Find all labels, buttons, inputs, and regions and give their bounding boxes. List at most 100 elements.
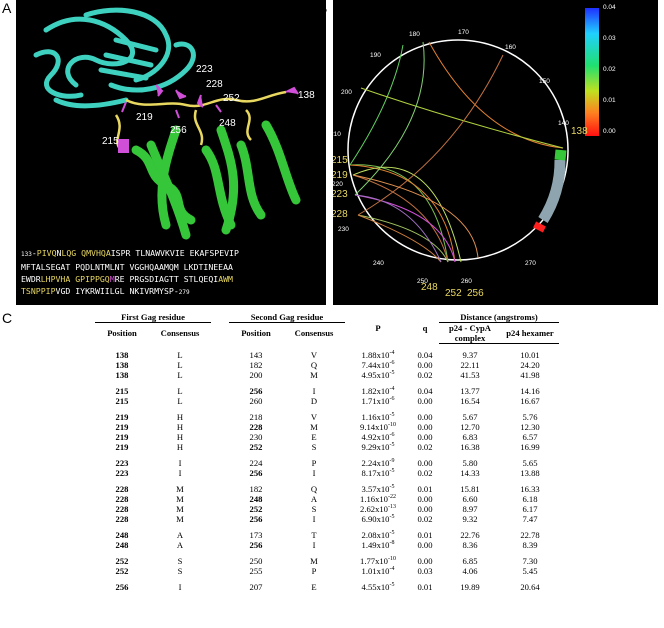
cell-gap bbox=[211, 386, 229, 396]
cell-position-2: 228 bbox=[249, 421, 263, 432]
highlight-228: 228 bbox=[333, 209, 348, 220]
cell-distance-hexamer: 12.30 bbox=[520, 421, 540, 432]
cell-p-value: 1.88x10-4 bbox=[345, 350, 411, 360]
p-mantissa: 4.92x10 bbox=[361, 431, 390, 442]
header-position-2: Position bbox=[241, 328, 271, 339]
table-row: 228 M 252 S 2.62x10-13 0.00 8.97 6.17 bbox=[95, 504, 559, 514]
p-exponent: -5 bbox=[389, 369, 395, 376]
cell-distance-hexamer: 20.64 bbox=[520, 581, 540, 592]
table-body: 138 L 143 V 1.88x10-4 0.04 9.37 10.01 138 L 182 Q 7.… bbox=[95, 344, 559, 592]
tick-160: 160 bbox=[505, 44, 516, 51]
highlight-252: 252 bbox=[445, 288, 462, 299]
structure-label-228: 228 bbox=[206, 79, 223, 90]
cell-distance-complex: 22.76 bbox=[460, 529, 480, 540]
cell-consensus-2: M bbox=[310, 421, 318, 432]
sequence-end: 279 bbox=[178, 289, 190, 296]
cell-distance-hexamer: 7.47 bbox=[522, 513, 538, 524]
cell-position-1: 138 bbox=[115, 359, 129, 370]
cell-distance-hexamer: 6.18 bbox=[522, 493, 538, 504]
cell-consensus-1: M bbox=[176, 493, 184, 504]
cell-distance-complex: 6.83 bbox=[462, 431, 478, 442]
cell-distance-complex: 19.89 bbox=[460, 581, 480, 592]
structure-label-256: 256 bbox=[170, 125, 187, 136]
cell-distance-hexamer: 22.78 bbox=[520, 529, 540, 540]
cell-q: 0.00 bbox=[417, 555, 433, 566]
structure-label-223: 223 bbox=[196, 64, 213, 75]
cypa-ribbon bbox=[33, 7, 196, 109]
cell-p-value: 7.44x10-6 bbox=[345, 360, 411, 370]
sequence-start: 133 bbox=[21, 251, 32, 258]
cell-q: 0.00 bbox=[417, 421, 433, 432]
structure-label-252: 252 bbox=[223, 93, 240, 104]
cell-consensus-2: S bbox=[311, 503, 317, 514]
cell-gap bbox=[211, 504, 229, 514]
cell-consensus-1: M bbox=[176, 503, 184, 514]
cell-p-value: 4.95x10-5 bbox=[345, 370, 411, 380]
cell-q: 0.02 bbox=[417, 369, 433, 380]
cell-position-2: 256 bbox=[249, 385, 263, 396]
cell-position-2: 143 bbox=[249, 349, 263, 360]
cell-distance-complex: 13.77 bbox=[460, 385, 480, 396]
highlight-223: 223 bbox=[333, 189, 348, 200]
p-exponent: -6 bbox=[389, 359, 395, 366]
seq-line-2: MFTALSEGAT PQDLNTMLNT VGGHQAAMQM LKDTINE… bbox=[21, 262, 233, 272]
cell-consensus-1: M bbox=[176, 483, 184, 494]
cell-consensus-1: A bbox=[176, 539, 184, 550]
residue-arc-end bbox=[533, 221, 546, 233]
cell-position-1: 219 bbox=[115, 441, 129, 452]
cell-position-2: 173 bbox=[249, 529, 263, 540]
cell-p-value: 9.29x10-5 bbox=[345, 442, 411, 452]
cell-distance-complex: 12.70 bbox=[460, 421, 480, 432]
cell-p-value: 1.01x10-4 bbox=[345, 566, 411, 576]
cell-distance-hexamer: 6.17 bbox=[522, 503, 538, 514]
seq-line-4: TSNPPIPVGD IYKRWIILGL NKIVRMYSP-279 bbox=[21, 286, 190, 296]
p-exponent: -9 bbox=[389, 457, 395, 464]
cell-position-2: 182 bbox=[249, 359, 263, 370]
cell-gap bbox=[211, 458, 229, 468]
cell-consensus-1: H bbox=[176, 421, 184, 432]
panel-label-c: C bbox=[2, 310, 13, 326]
header-hexamer: p24 hexamer bbox=[501, 322, 559, 344]
tick-150: 150 bbox=[539, 78, 550, 85]
cell-position-1: 219 bbox=[115, 421, 129, 432]
cell-position-2: 248 bbox=[249, 493, 263, 504]
p-mantissa: 1.82x10 bbox=[361, 385, 390, 396]
cell-consensus-2: Q bbox=[310, 359, 318, 370]
cell-distance-hexamer: 16.99 bbox=[520, 441, 540, 452]
cell-q: 0.02 bbox=[417, 441, 433, 452]
colorbar-label-003: 0.03 bbox=[603, 35, 616, 42]
structure-label-248: 248 bbox=[219, 118, 236, 129]
tick-220: 220 bbox=[333, 181, 343, 188]
capsid-ribbon bbox=[131, 120, 301, 240]
table-row: 252 S 250 M 1.77x10-10 0.00 6.85 7.30 bbox=[95, 556, 559, 566]
p-mantissa: 3.57x10 bbox=[361, 483, 390, 494]
cell-consensus-1: H bbox=[176, 441, 184, 452]
table-row: 223 I 224 P 2.24x10-9 0.00 5.80 5.65 bbox=[95, 458, 559, 468]
cell-q: 0.00 bbox=[417, 457, 433, 468]
cell-gap bbox=[211, 442, 229, 452]
seq-line-1: PIVQNLQG QMVHQAISPR TLNAWVKVIE EKAFSPEVI… bbox=[36, 248, 239, 258]
cell-p-value: 1.71x10-6 bbox=[345, 396, 411, 406]
cell-position-2: 252 bbox=[249, 441, 263, 452]
cell-position-1: 219 bbox=[115, 431, 129, 442]
cell-distance-complex: 8.36 bbox=[462, 539, 478, 550]
header-q: q bbox=[422, 322, 428, 333]
cell-p-value: 1.16x10-22 bbox=[345, 494, 411, 504]
colorbar-label-002: 0.02 bbox=[603, 66, 616, 73]
table-row: 215 L 256 I 1.82x10-4 0.04 13.77 14.16 bbox=[95, 386, 559, 396]
p-mantissa: 2.24x10 bbox=[361, 457, 390, 468]
cell-distance-complex: 14.33 bbox=[460, 467, 480, 478]
tick-180: 180 bbox=[409, 31, 420, 38]
colorbar-label-000: 0.00 bbox=[603, 128, 616, 135]
cell-p-value: 9.14x10-10 bbox=[345, 422, 411, 432]
cell-p-value: 1.16x10-5 bbox=[345, 412, 411, 422]
cell-position-1: 252 bbox=[115, 565, 129, 576]
tick-240: 240 bbox=[373, 260, 384, 267]
cell-distance-hexamer: 5.76 bbox=[522, 411, 538, 422]
cell-distance-complex: 6.60 bbox=[462, 493, 478, 504]
cell-consensus-2: M bbox=[310, 555, 318, 566]
header-cypa-complex: p24 - CypA complex bbox=[439, 322, 501, 344]
cell-consensus-2: V bbox=[310, 349, 318, 360]
cell-position-1: 228 bbox=[115, 513, 129, 524]
p-mantissa: 1.16x10 bbox=[361, 411, 390, 422]
